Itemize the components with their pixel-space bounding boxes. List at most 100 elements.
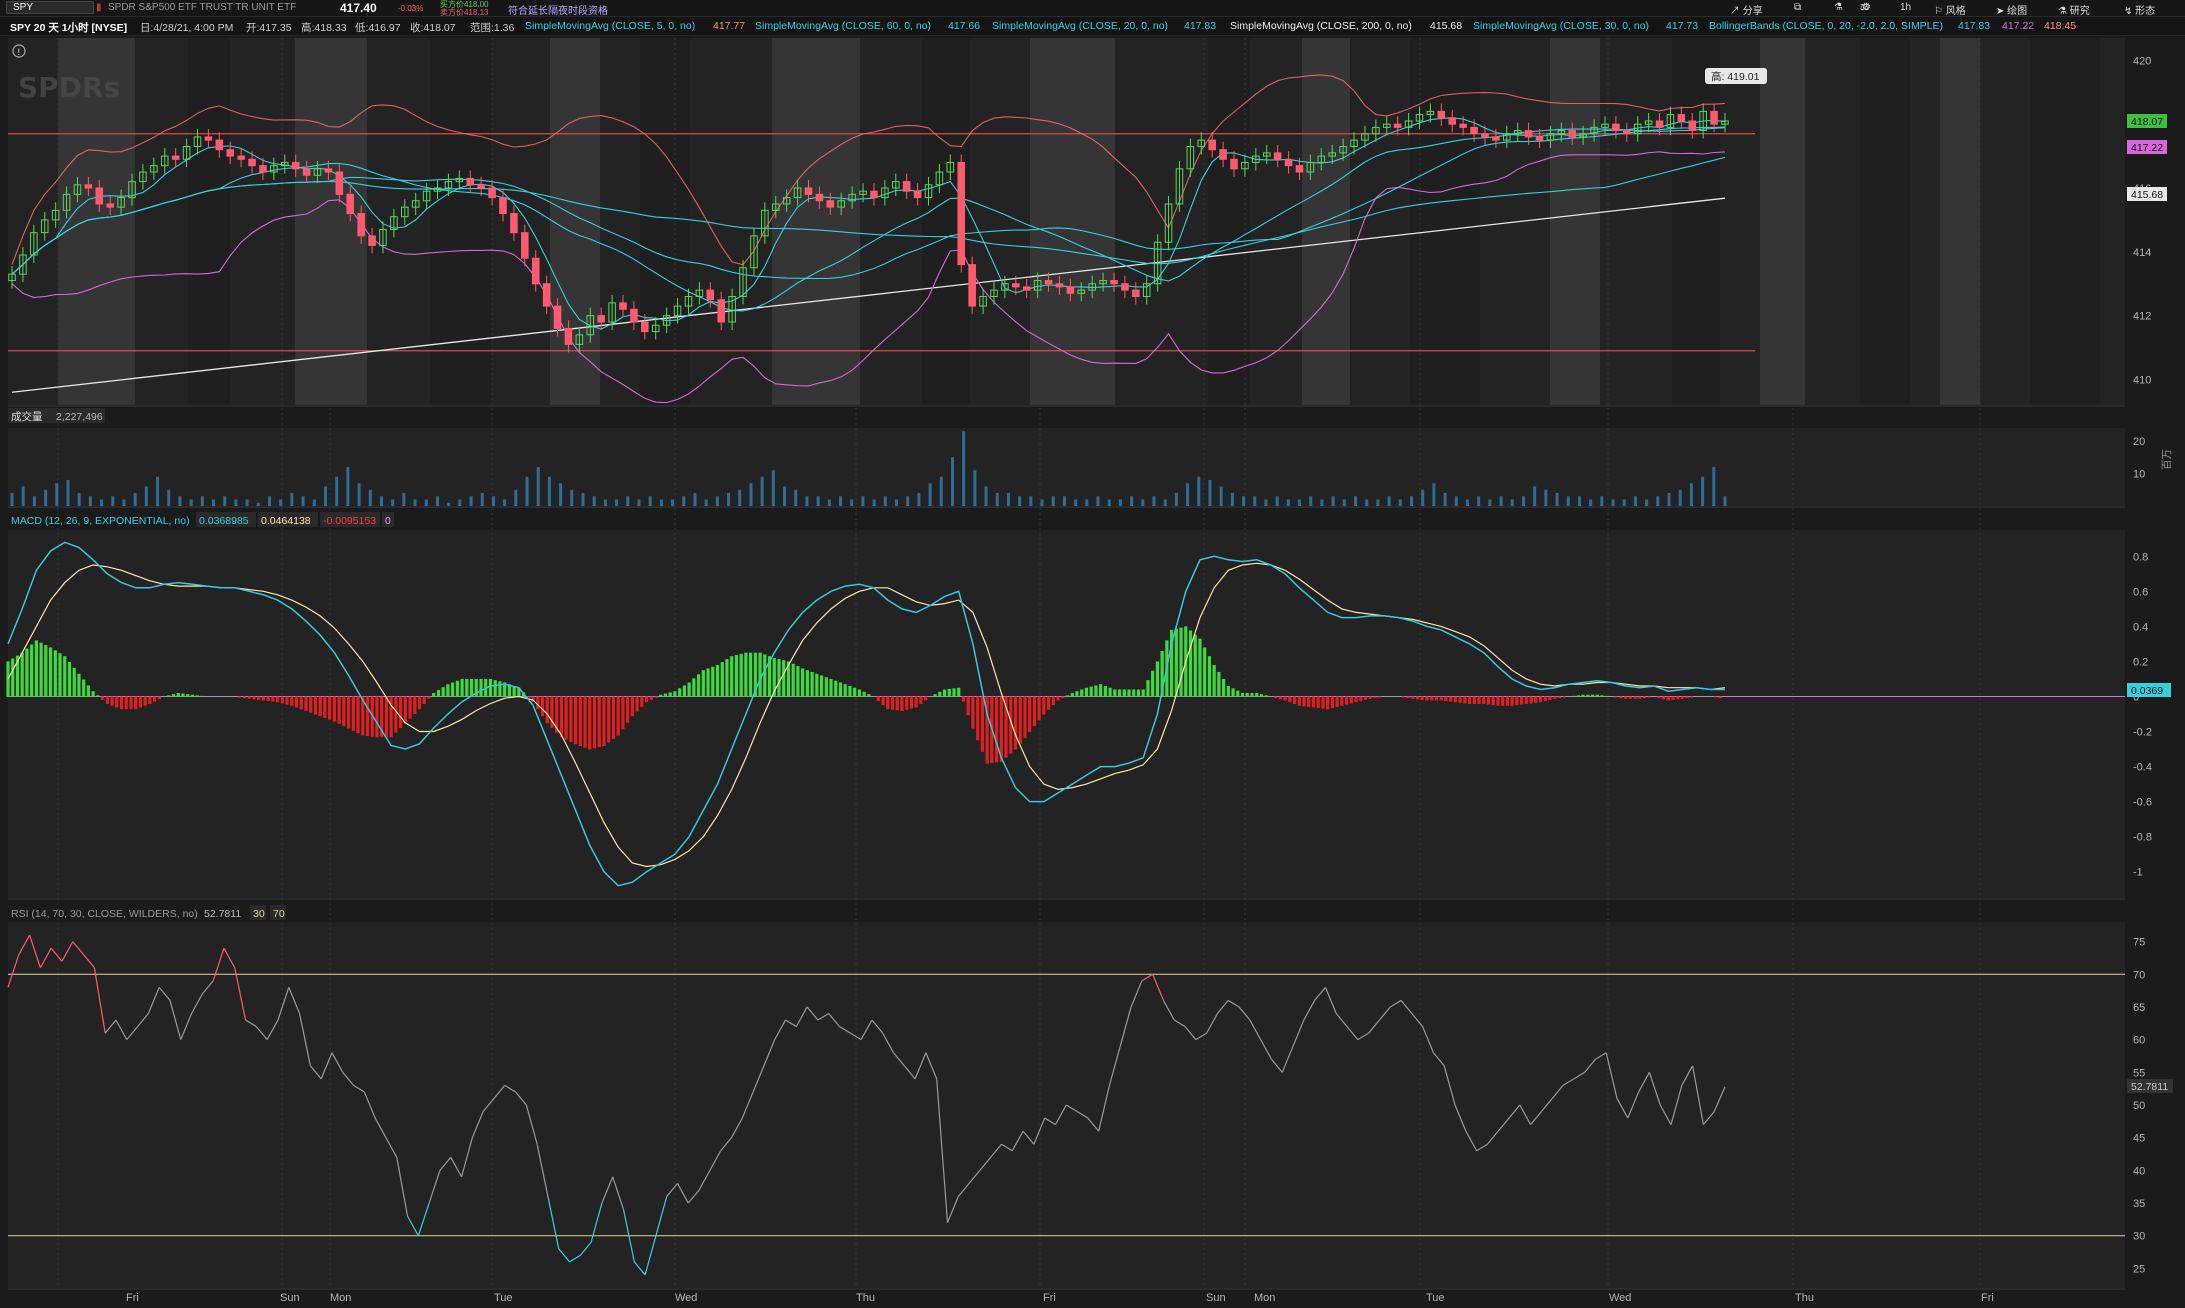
macd-histogram-bar [1070,692,1074,697]
volume-bar [995,493,999,506]
macd-histogram-bar [1614,696,1618,698]
macd-histogram-bar [1278,696,1282,700]
macd-histogram-bar [1652,696,1656,697]
volume-bar [950,457,954,506]
price-tag-bb-text: 417.22 [2131,142,2163,154]
volume-bar [413,499,417,506]
macd-histogram-bar [63,656,67,697]
macd-histogram-bar [1259,694,1264,697]
day-axis-label: Sun [280,1292,300,1304]
volume-bar [1096,496,1100,506]
macd-histogram-bar [332,696,336,722]
macd-histogram-bar [583,696,587,748]
rsi-title[interactable]: RSI (14, 70, 30, CLOSE, WILDERS, no) [11,908,198,920]
macd-histogram-bar [1065,695,1070,697]
volume-bar [637,499,641,506]
macd-histogram-bar [635,696,639,712]
macd-histogram-bar [976,696,980,741]
macd-histogram-bar [1061,696,1065,699]
macd-histogram-bar [1586,694,1590,697]
macd-histogram-bar [309,696,313,713]
candle-body [1284,158,1293,167]
candle-body [597,315,605,323]
macd-histogram-bar [1231,688,1235,697]
macd-histogram-bar [1226,685,1230,697]
macd-histogram-bar [1397,696,1401,697]
macd-histogram-bar [1321,696,1325,709]
candle-body [619,302,627,310]
macd-histogram-bar [597,696,601,748]
volume-bar [536,467,540,506]
session-band [295,38,367,405]
volume-bar [346,467,350,506]
volume-bar [894,499,898,506]
day-axis-label: Fri [1981,1292,1994,1304]
candle-body [1655,120,1664,128]
volume-bar [1062,496,1066,506]
macd-histogram-bar [895,696,899,711]
macd-histogram-bar [1590,694,1595,697]
candle-body [488,187,496,199]
macd-histogram-bar [1557,696,1562,699]
macd-histogram-bar [1628,696,1632,699]
volume-bar [122,499,126,506]
macd-histogram-bar [323,696,327,719]
macd-histogram-bar [82,679,86,697]
macd-histogram-bar [1709,696,1713,697]
macd-histogram-bar [678,688,682,697]
price-tag-close: 418.07 [2127,114,2167,128]
macd-histogram-bar [1122,689,1126,697]
macd-histogram-bar [739,653,743,697]
macd-histogram-bar [961,696,966,702]
volume-bar [1286,499,1290,506]
macd-histogram-bar [1103,685,1107,697]
candle-body [913,190,922,199]
candle-body [804,187,813,195]
macd-histogram-bar [1378,696,1382,698]
day-axis-label: Fri [1043,1292,1056,1304]
volume-bar [1029,496,1033,506]
macd-axis-tick: 0.4 [2133,621,2148,633]
candle-body [499,197,507,215]
chart-canvas[interactable]: 410412414416418420FriSunMonTueWedThuFriS… [0,0,2185,1308]
candle-body [335,171,344,195]
volume-bar [906,496,910,506]
candle-body [1459,123,1467,128]
day-axis-label: Wed [675,1292,697,1304]
volume-bar [55,483,59,506]
macd-zero-value: 0 [385,515,391,527]
macd-histogram-bar [280,696,284,704]
volume-bar [1040,499,1044,506]
macd-histogram-bar [815,673,819,697]
candle-body [521,232,529,259]
candle-body [106,203,114,208]
macd-histogram-bar [1255,692,1259,697]
volume-bar [816,496,820,506]
macd-histogram-bar [493,680,497,697]
volume-bar [88,496,92,506]
macd-histogram-bar [715,664,720,697]
candle-body [84,184,93,189]
macd-title[interactable]: MACD (12, 26, 9, EXPONENTIAL, no) [11,515,190,527]
macd-histogram-bar [900,696,904,711]
macd-histogram-bar [328,696,332,720]
macd-histogram-bar [290,696,294,706]
volume-axis-tick: 10 [2133,469,2145,481]
candle-body [302,168,311,176]
macd-histogram-bar [408,696,412,719]
session-band [1860,38,1910,405]
volume-bar [570,489,574,506]
volume-bar [1141,499,1145,506]
candle-body [1208,139,1216,151]
volume-bar [1275,496,1279,506]
volume-bar [1600,496,1604,506]
macd-histogram-bar [1094,685,1098,697]
volume-bar [256,502,260,506]
macd-histogram-bar [843,684,847,697]
candle-body [1295,165,1304,173]
candle-body [346,193,355,215]
macd-histogram-bar [654,696,658,698]
candle-body [706,289,715,301]
volume-bar [178,496,182,506]
macd-histogram-bar [11,658,15,697]
